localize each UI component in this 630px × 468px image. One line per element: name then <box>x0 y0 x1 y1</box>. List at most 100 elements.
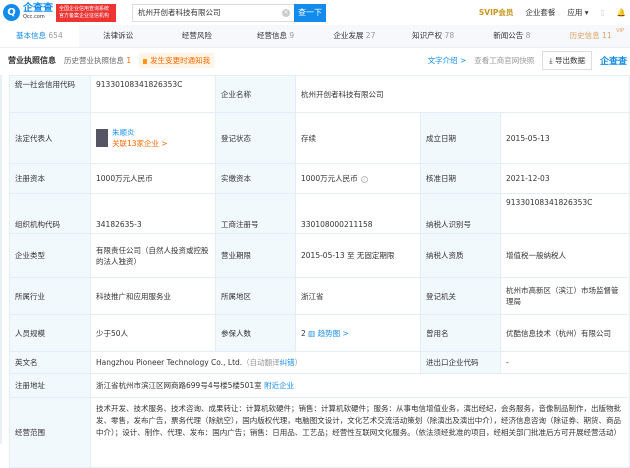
english-name-value: Hangzhou Pioneer Technology Co., Ltd. <box>96 358 243 367</box>
tab-legal[interactable]: 法律诉讼 <box>79 25 158 47</box>
field-label: 所属行业 <box>9 277 91 315</box>
field-label: 所属地区 <box>215 277 296 315</box>
logo[interactable]: Q 企查查 Qcc.com <box>3 3 53 22</box>
field-label: 英文名 <box>9 351 91 374</box>
table-row: 统一社会信用代码 91330108341826353C 企业名称 杭州开创者科技… <box>9 75 630 113</box>
trend-chart-link[interactable]: ▥ 趋势图 > <box>308 329 349 338</box>
tab-label: 知识产权 <box>412 31 443 40</box>
field-label: 参保人数 <box>215 314 296 352</box>
field-label: 核准日期 <box>420 163 501 194</box>
clear-icon[interactable]: × <box>282 8 290 17</box>
left-scroll-track <box>0 75 2 444</box>
field-label: 工商注册号 <box>215 193 296 234</box>
tab-label: 经营信息 <box>257 31 288 40</box>
founded-value: 2015-05-13 <box>499 112 630 164</box>
tab-basic-info[interactable]: 基本信息 654 <box>0 25 79 47</box>
table-row: 所属行业 科技推广和应用服务业 所属地区 浙江省 登记机关 杭州市高新区（滨江）… <box>9 277 630 315</box>
tab-risk[interactable]: 经营风险 <box>158 25 237 47</box>
field-label: 纳税人识别号 <box>420 193 501 234</box>
tab-count: 78 <box>444 31 455 40</box>
tab-label: 企业发展 <box>333 31 364 40</box>
logo-domain: Qcc.com <box>23 13 45 20</box>
reg-no-value: 330108000211158 <box>295 193 421 234</box>
tab-development[interactable]: 企业发展 27 <box>315 25 394 47</box>
watermark-logo: 企查查 <box>600 54 627 67</box>
export-button[interactable]: ⤓ 导出数据 <box>542 51 592 70</box>
paid-capital-cell: 1000万元人民币 i <box>295 163 421 194</box>
tab-label: 新闻公告 <box>493 31 524 40</box>
business-scope-value: 技术开发、技术服务、技术咨询、成果转让：计算机软硬件；销售：计算机软硬件；服务：… <box>89 397 630 468</box>
apps-menu[interactable]: 应用 ▾ <box>567 7 588 18</box>
business-license-table: 统一社会信用代码 91330108341826353C 企业名称 杭州开创者科技… <box>9 75 630 468</box>
logo-icon: Q <box>3 4 20 21</box>
svip-link[interactable]: SVIP会员 <box>479 7 514 18</box>
legal-rep-link[interactable]: 朱顺炎 <box>96 127 210 138</box>
phone-icon[interactable]: ▯ <box>601 8 605 17</box>
correction-link[interactable]: 纠错 <box>280 358 295 367</box>
text-intro-link[interactable]: 文字介绍 > <box>428 55 467 66</box>
status-value: 存续 <box>295 112 421 164</box>
export-label: 导出数据 <box>554 56 585 65</box>
search-button[interactable]: 查一下 <box>294 3 326 22</box>
field-label: 成立日期 <box>420 112 501 164</box>
org-code-value: 34182635-3 <box>90 193 216 234</box>
legal-rep-cell: 朱顺炎 关联13家企业 > <box>90 112 216 164</box>
notify-button[interactable]: 发生变更时通知我 <box>139 53 215 68</box>
field-label: 营业期限 <box>215 233 296 278</box>
bell-icon[interactable]: 🔔 <box>617 8 626 17</box>
field-label: 注册地址 <box>9 373 91 398</box>
table-row: 人员规模 少于50人 参保人数 2 ▥ 趋势图 > 曾用名 优酷信息技术（杭州）… <box>9 314 630 352</box>
field-label: 进出口企业代码 <box>420 351 501 374</box>
search-value: 杭州开创者科技有限公司 <box>138 8 221 17</box>
package-link[interactable]: 企业套餐 <box>525 7 555 18</box>
tab-history[interactable]: 历史信息 11 VIP <box>551 25 630 47</box>
industry-value: 科技推广和应用服务业 <box>90 277 216 315</box>
avatar <box>96 129 108 147</box>
field-label: 企业名称 <box>215 75 296 113</box>
field-label: 统一社会信用代码 <box>9 75 91 113</box>
info-icon[interactable]: i <box>360 176 368 183</box>
table-row: 组织机构代码 34182635-3 工商注册号 330108000211158 … <box>9 193 630 234</box>
watermark-text: 企查查 <box>599 57 627 67</box>
badge-line: 官方备案企业征信机构 <box>59 12 110 19</box>
tab-ip[interactable]: 知识产权 78 <box>394 25 473 47</box>
field-label: 登记状态 <box>215 112 296 164</box>
company-name-value: 杭州开创者科技有限公司 <box>294 75 630 113</box>
auto-translate-note: （自动翻译 <box>242 358 280 367</box>
nearby-companies-link[interactable]: 附近企业 <box>264 381 294 390</box>
tax-quality-value: 增值税一般纳税人 <box>499 233 630 278</box>
former-name-value: 优酷信息技术（杭州）有限公司 <box>499 314 630 352</box>
insured-value: 2 <box>301 328 306 338</box>
field-label: 注册资本 <box>9 163 91 194</box>
section-header: 营业执照信息 历史营业执照信息 1 发生变更时通知我 文字介绍 > 查看工商官网… <box>0 48 630 73</box>
tab-operation[interactable]: 经营信息 9 <box>236 25 315 47</box>
taxpayer-id-value: 91330108341826353C <box>499 193 630 234</box>
table-row: 注册地址 浙江省杭州市滨江区网商路699号4号楼5楼501室 附近企业 <box>9 373 630 398</box>
term-value: 2015-05-13 至 无固定期限 <box>295 233 421 278</box>
approved-date-value: 2021-12-03 <box>499 163 630 194</box>
authority-value: 杭州市高新区（滨江）市场监督管理局 <box>499 277 630 315</box>
top-bar: Q 企查查 Qcc.com 全国企业信用查询系统 官方备案企业征信机构 杭州开创者科… <box>0 0 630 25</box>
tab-news[interactable]: 新闻公告 8 <box>473 25 552 47</box>
table-row: 法定代表人 朱顺炎 关联13家企业 > 登记状态 存续 成立日期 2015-05-… <box>9 112 630 164</box>
reg-capital-value: 1000万元人民币 <box>90 163 216 194</box>
company-type-value: 有限责任公司（自然人投资或控股的法人独资） <box>90 233 216 278</box>
tab-bar: 基本信息 654 法律诉讼 经营风险 经营信息 9 企业发展 27 知识产权 7… <box>0 25 630 48</box>
section-title: 营业执照信息 <box>8 56 56 65</box>
region-value: 浙江省 <box>295 277 421 315</box>
field-label: 组织机构代码 <box>9 193 91 234</box>
paid-capital-value: 1000万元人民币 <box>301 174 358 183</box>
table-row: 注册资本 1000万元人民币 实缴资本 1000万元人民币 i 核准日期 2021… <box>9 163 630 194</box>
snapshot-link[interactable]: 查看工商官网快照 <box>474 55 534 66</box>
field-label: 登记机关 <box>420 277 501 315</box>
import-code-value: - <box>499 351 630 374</box>
tab-label: 基本信息 <box>16 31 47 40</box>
vip-badge: VIP <box>616 28 624 34</box>
related-companies-link[interactable]: 关联13家企业 > <box>96 138 210 149</box>
search-input[interactable]: 杭州开创者科技有限公司 × <box>132 3 294 22</box>
history-license-link[interactable]: 历史营业执照信息 1 <box>64 55 131 66</box>
address-value: 浙江省杭州市滨江区网商路699号4号楼5楼501室 <box>96 381 262 390</box>
table-row: 英文名 Hangzhou Pioneer Technology Co., Ltd… <box>9 351 630 374</box>
tab-count: 9 <box>289 31 295 40</box>
tab-label: 法律诉讼 <box>103 31 134 40</box>
